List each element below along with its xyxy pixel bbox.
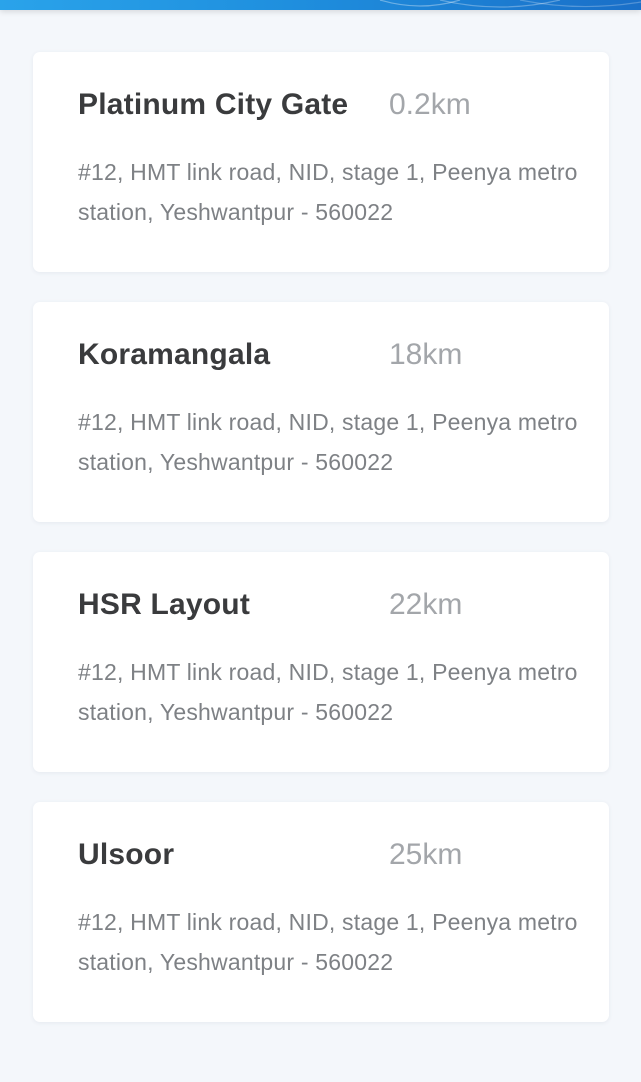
location-distance: 22km [389,588,463,621]
location-address: #12, HMT link road, NID, stage 1, Peenya… [78,909,578,975]
location-address: #12, HMT link road, NID, stage 1, Peenya… [78,159,578,225]
location-card-ulsoor[interactable]: Ulsoor 25km #12, HMT link road, NID, sta… [33,802,609,1022]
location-name: HSR Layout [78,588,251,621]
location-address: #12, HMT link road, NID, stage 1, Peenya… [78,409,578,475]
location-address: #12, HMT link road, NID, stage 1, Peenya… [78,659,578,725]
location-card-platinum-city-gate[interactable]: Platinum City Gate 0.2km #12, HMT link r… [33,52,609,272]
location-name: Koramangala [78,338,271,371]
location-distance: 18km [389,338,463,371]
location-name: Ulsoor [78,838,175,871]
location-card-hsr-layout[interactable]: HSR Layout 22km #12, HMT link road, NID,… [33,552,609,772]
header-bar [0,0,641,10]
header-wave-decoration [379,0,641,8]
location-card-koramangala[interactable]: Koramangala 18km #12, HMT link road, NID… [33,302,609,522]
location-distance: 25km [389,838,463,871]
location-distance: 0.2km [389,88,471,121]
location-name: Platinum City Gate [78,88,349,121]
